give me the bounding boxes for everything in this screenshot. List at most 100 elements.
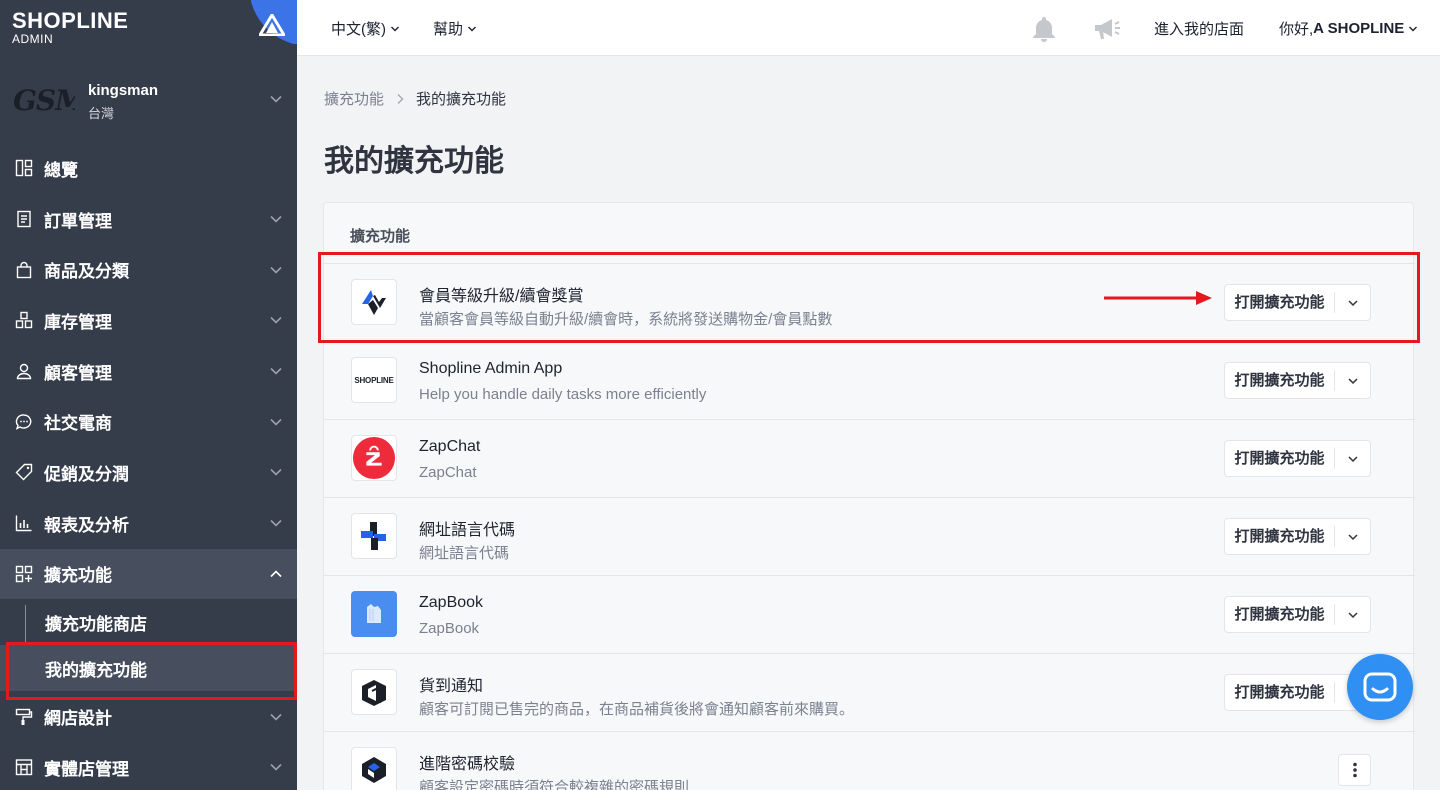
app-row: SHOPLINE Shopline Admin App Help you han…: [324, 341, 1415, 419]
breadcrumb-parent[interactable]: 擴充功能: [324, 88, 384, 109]
nav-label: 網店設計: [44, 709, 112, 729]
nav-inventory[interactable]: 庫存管理: [0, 295, 297, 346]
app-options-dropdown[interactable]: [1335, 531, 1370, 543]
zapchat-icon: [351, 435, 397, 481]
vertical-dots-icon: [1352, 762, 1357, 778]
chevron-down-icon: [1347, 533, 1358, 540]
apps-grid-icon: [14, 564, 34, 584]
app-desc: 顧客設定密碼時須符合較複雜的密碼規則: [419, 779, 690, 790]
open-app-button[interactable]: 打開擴充功能: [1224, 596, 1371, 633]
chat-bubble-icon: [14, 412, 34, 432]
open-app-button[interactable]: 打開擴充功能: [1224, 284, 1371, 321]
store-switcher[interactable]: GSM kingsman 台灣: [0, 70, 297, 132]
open-app-button[interactable]: 打開擴充功能: [1224, 518, 1371, 555]
nav-customers[interactable]: 顧客管理: [0, 346, 297, 397]
help-label: 幫助: [433, 21, 464, 38]
nav-label: 顧客管理: [44, 363, 112, 383]
app-options-dropdown[interactable]: [1335, 453, 1370, 465]
sidebar: SHOPLINE ADMIN GSM kingsman 台灣 總覽 訂單管理 商…: [0, 0, 297, 790]
url-language-icon: [351, 513, 397, 559]
open-app-label: 打開擴充功能: [1225, 292, 1335, 313]
app-title: ZapChat: [419, 438, 481, 455]
chevron-down-icon: [270, 368, 282, 375]
chevron-down-icon: [270, 215, 282, 223]
app-row: 貨到通知 顧客可訂閱已售完的商品，在商品補貨後將會通知顧客前來購買。 打開擴充功…: [324, 653, 1415, 731]
shopline-icon-text: SHOPLINE: [354, 375, 394, 385]
user-icon: [14, 361, 34, 381]
tag-icon: [14, 462, 34, 482]
chevron-down-icon: [270, 418, 282, 426]
notifications-button[interactable]: [1031, 15, 1057, 43]
app-desc: 網址語言代碼: [419, 545, 510, 562]
visit-store-link[interactable]: 進入我的店面: [1154, 18, 1244, 39]
topbar: 中文(繁) 幫助 進入我的店面 你好, A SHOPLINE: [297, 0, 1440, 56]
nav-label: 社交電商: [44, 414, 112, 434]
chevron-down-icon: [1347, 455, 1358, 462]
app-options-dropdown[interactable]: [1335, 297, 1370, 309]
open-app-label: 打開擴充功能: [1225, 682, 1335, 703]
chevron-down-icon: [270, 266, 282, 274]
chevron-down-icon: [1347, 299, 1358, 306]
nav-products[interactable]: 商品及分類: [0, 244, 297, 295]
nav-label: 商品及分類: [44, 262, 129, 282]
breadcrumb-current: 我的擴充功能: [416, 91, 507, 108]
dashboard-icon: [14, 158, 34, 178]
nav-my-apps[interactable]: 我的擴充功能: [0, 642, 297, 701]
brand-sub: ADMIN: [12, 32, 54, 46]
nav-social[interactable]: 社交電商: [0, 396, 297, 447]
open-app-button[interactable]: 打開擴充功能: [1224, 440, 1371, 477]
chevron-down-icon: [270, 764, 282, 771]
megaphone-icon: [1095, 19, 1120, 39]
nav-apps-store[interactable]: 擴充功能商店: [0, 599, 297, 645]
open-app-label: 打開擴充功能: [1225, 370, 1335, 391]
nav-label: 總覽: [44, 160, 78, 180]
app-title: 貨到通知: [419, 678, 484, 695]
chevron-down-icon: [270, 317, 282, 325]
open-app-label: 打開擴充功能: [1225, 604, 1335, 625]
app-desc: ZapBook: [419, 620, 480, 637]
shopline-logo-icon: SHOPLINE: [351, 357, 397, 403]
nav-label: 實體店管理: [44, 759, 129, 779]
nav-reports[interactable]: 報表及分析: [0, 498, 297, 549]
nav-label: 訂單管理: [44, 211, 112, 231]
store-region: 台灣: [88, 106, 115, 121]
language-label: 中文(繁): [331, 21, 386, 38]
zapbook-icon: [351, 591, 397, 637]
chevron-right-icon: [397, 93, 404, 104]
page-title: 我的擴充功能: [324, 145, 504, 178]
nav-retail[interactable]: 實體店管理: [0, 742, 297, 790]
brand-name: SHOPLINE: [12, 8, 129, 33]
app-desc: Help you handle daily tasks more efficie…: [419, 386, 707, 403]
chevron-down-icon: [468, 26, 477, 31]
app-desc: ZapChat: [419, 464, 477, 481]
open-app-button[interactable]: 打開擴充功能: [1224, 362, 1371, 399]
greeting-prefix: 你好,: [1279, 21, 1314, 38]
corner-badge: [251, 0, 297, 44]
main-nav: 總覽 訂單管理 商品及分類 庫存管理 顧客管理 社交電商 促銷及分潤 報表及分析…: [0, 143, 297, 790]
chevron-down-icon: [391, 26, 399, 31]
app-desc: 當顧客會員等級自動升級/續會時，系統將發送購物金/會員點數: [419, 311, 833, 328]
store-logo: GSM: [13, 84, 75, 117]
help-menu[interactable]: 幫助: [433, 18, 477, 39]
more-options-button[interactable]: [1338, 754, 1371, 786]
bar-chart-icon: [14, 513, 34, 533]
app-row: 會員等級升級/續會獎賞 當顧客會員等級自動升級/續會時，系統將發送購物金/會員點…: [324, 263, 1415, 341]
account-menu[interactable]: 你好, A SHOPLINE: [1279, 18, 1418, 39]
app-options-dropdown[interactable]: [1335, 609, 1370, 621]
triangle-logo-icon: [259, 14, 285, 36]
app-options-dropdown[interactable]: [1335, 375, 1370, 387]
nav-promotions[interactable]: 促銷及分潤: [0, 447, 297, 498]
membership-tier-icon: [351, 279, 397, 325]
language-selector[interactable]: 中文(繁): [331, 18, 400, 39]
app-row: ZapBook ZapBook 打開擴充功能: [324, 575, 1415, 653]
brand-logo[interactable]: SHOPLINE ADMIN: [12, 8, 129, 46]
nav-overview[interactable]: 總覽: [0, 143, 297, 194]
boxes-icon: [14, 310, 34, 330]
apps-card: 擴充功能 會員等級升級/續會獎賞 當顧客會員等級自動升級/續會時，系統將發送購物…: [323, 202, 1415, 790]
chat-launcher-button[interactable]: [1347, 654, 1413, 720]
nav-apps[interactable]: 擴充功能: [0, 548, 297, 600]
nav-orders[interactable]: 訂單管理: [0, 194, 297, 245]
announcements-button[interactable]: [1092, 16, 1122, 42]
chevron-down-icon: [270, 469, 282, 477]
nav-design[interactable]: 網店設計: [0, 691, 297, 742]
